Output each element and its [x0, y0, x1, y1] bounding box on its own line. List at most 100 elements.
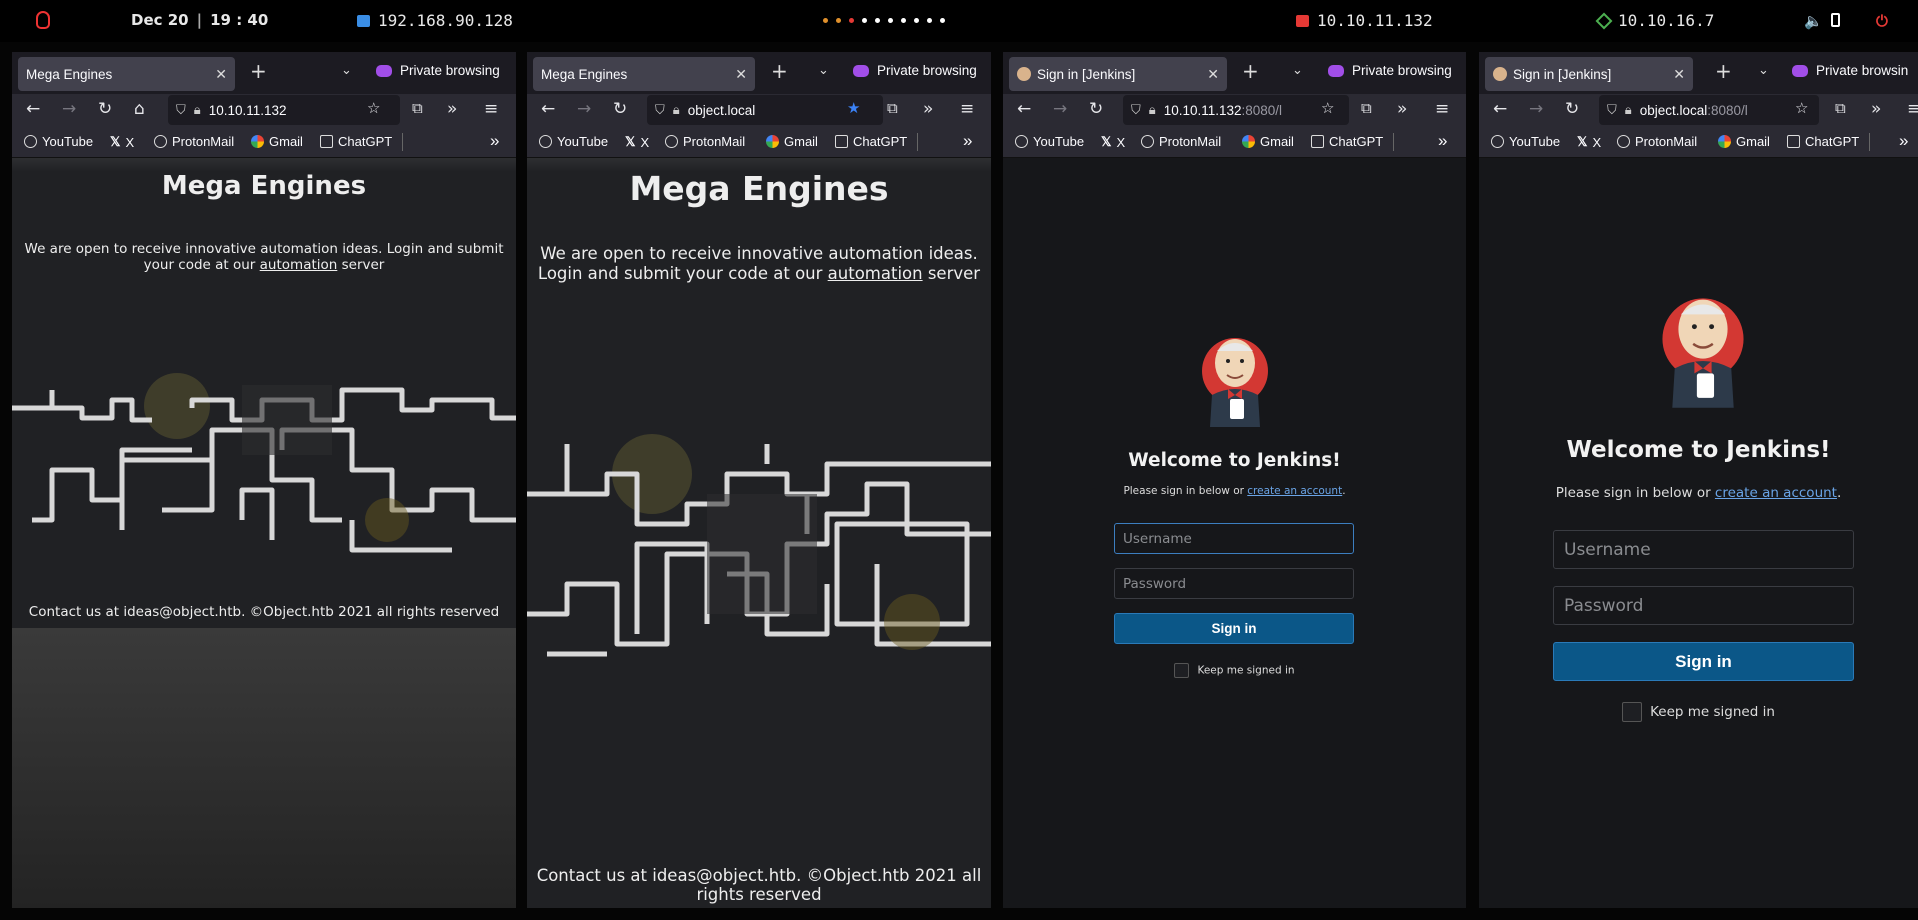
- overflow-menu-icon[interactable]: »: [447, 99, 457, 119]
- bookmark-protonmail[interactable]: ProtonMail: [154, 134, 234, 149]
- bookmark-chatgpt[interactable]: ChatGPT: [320, 134, 392, 149]
- bookmark-x[interactable]: 𝕏X: [110, 134, 134, 150]
- workspace-dot[interactable]: [914, 18, 919, 23]
- back-button[interactable]: ←: [26, 99, 40, 119]
- password-input[interactable]: [1114, 568, 1354, 599]
- bookmark-gmail[interactable]: Gmail: [766, 134, 818, 149]
- url-bar[interactable]: ⛉ 🔒︎ 10.10.11.132 :8080/l: [1123, 95, 1349, 125]
- new-tab-button[interactable]: +: [1242, 59, 1259, 83]
- workspace-dot[interactable]: [940, 18, 945, 23]
- url-bar[interactable]: ⛉ 🔒︎ object.local :8080/l: [1599, 95, 1819, 125]
- bookmark-gmail[interactable]: Gmail: [1242, 134, 1294, 149]
- signin-button[interactable]: Sign in: [1553, 642, 1854, 681]
- bookmark-youtube[interactable]: YouTube: [24, 134, 93, 149]
- bookmark-protonmail[interactable]: ProtonMail: [1617, 134, 1697, 149]
- bookmark-youtube[interactable]: YouTube: [539, 134, 608, 149]
- workspace-dot[interactable]: [862, 18, 867, 23]
- close-tab-icon[interactable]: ✕: [215, 66, 227, 83]
- tab-active[interactable]: Mega Engines ✕: [533, 57, 755, 91]
- workspace-dot[interactable]: [901, 18, 906, 23]
- more-bookmarks-icon[interactable]: »: [1899, 131, 1908, 151]
- forward-button[interactable]: →: [1053, 99, 1067, 119]
- list-tabs-chevron-icon[interactable]: ⌄: [341, 63, 352, 78]
- power-icon[interactable]: ⏻: [1876, 12, 1888, 30]
- clock[interactable]: Dec 20 | 19 : 40: [131, 11, 268, 29]
- signin-button[interactable]: Sign in: [1114, 613, 1354, 644]
- workspace-dot[interactable]: [823, 18, 828, 23]
- volume-icon[interactable]: 🔈: [1804, 12, 1823, 30]
- fingerprint-icon[interactable]: [36, 11, 50, 29]
- automation-link[interactable]: automation: [828, 264, 923, 283]
- back-button[interactable]: ←: [1493, 99, 1507, 119]
- username-input[interactable]: [1553, 530, 1854, 569]
- more-bookmarks-icon[interactable]: »: [1438, 131, 1447, 151]
- reload-button[interactable]: ↻: [98, 99, 112, 119]
- tab-active[interactable]: Sign in [Jenkins] ✕: [1485, 57, 1693, 91]
- extensions-icon[interactable]: ⧉: [1835, 99, 1846, 117]
- app-menu-icon[interactable]: ≡: [484, 99, 498, 119]
- reload-button[interactable]: ↻: [1089, 99, 1103, 119]
- overflow-menu-icon[interactable]: »: [1871, 99, 1881, 119]
- close-tab-icon[interactable]: ✕: [735, 66, 747, 83]
- back-button[interactable]: ←: [541, 99, 555, 119]
- vm-ip-indicator[interactable]: 192.168.90.128: [357, 11, 513, 30]
- overflow-menu-icon[interactable]: »: [923, 99, 933, 119]
- vpn-ip-indicator[interactable]: 10.10.16.7: [1595, 11, 1714, 30]
- bookmark-gmail[interactable]: Gmail: [1718, 134, 1770, 149]
- home-button[interactable]: ⌂: [134, 99, 145, 119]
- forward-button[interactable]: →: [62, 99, 76, 119]
- url-bar[interactable]: ⛉ 🔒︎ 10.10.11.132: [168, 95, 400, 125]
- bookmark-star-icon[interactable]: ☆: [367, 99, 380, 117]
- create-account-link[interactable]: create an account: [1715, 485, 1837, 501]
- bookmark-star-icon[interactable]: ☆: [1321, 99, 1334, 117]
- bookmark-chatgpt[interactable]: ChatGPT: [835, 134, 907, 149]
- overflow-menu-icon[interactable]: »: [1397, 99, 1407, 119]
- bookmark-x[interactable]: 𝕏X: [625, 134, 649, 150]
- bookmark-chatgpt[interactable]: ChatGPT: [1311, 134, 1383, 149]
- new-tab-button[interactable]: +: [1715, 59, 1732, 83]
- new-tab-button[interactable]: +: [250, 59, 267, 83]
- bookmark-youtube[interactable]: YouTube: [1491, 134, 1560, 149]
- keep-signed-in-checkbox[interactable]: [1622, 702, 1643, 722]
- app-menu-icon[interactable]: ≡: [1435, 99, 1449, 119]
- forward-button[interactable]: →: [577, 99, 591, 119]
- app-menu-icon[interactable]: ≡: [960, 99, 974, 119]
- workspace-dot[interactable]: [836, 18, 841, 23]
- automation-link[interactable]: automation: [260, 257, 338, 273]
- bookmark-x[interactable]: 𝕏X: [1577, 134, 1601, 150]
- back-button[interactable]: ←: [1017, 99, 1031, 119]
- bookmark-gmail[interactable]: Gmail: [251, 134, 303, 149]
- more-bookmarks-icon[interactable]: »: [490, 131, 499, 151]
- list-tabs-chevron-icon[interactable]: ⌄: [1758, 63, 1769, 78]
- extensions-icon[interactable]: ⧉: [412, 99, 423, 117]
- reload-button[interactable]: ↻: [613, 99, 627, 119]
- password-input[interactable]: [1553, 586, 1854, 625]
- list-tabs-chevron-icon[interactable]: ⌄: [1292, 63, 1303, 78]
- bookmark-chatgpt[interactable]: ChatGPT: [1787, 134, 1859, 149]
- app-menu-icon[interactable]: ≡: [1907, 99, 1918, 119]
- tab-active[interactable]: Mega Engines ✕: [18, 57, 235, 91]
- extensions-icon[interactable]: ⧉: [1361, 99, 1372, 117]
- close-tab-icon[interactable]: ✕: [1673, 66, 1685, 83]
- battery-icon[interactable]: [1831, 13, 1840, 27]
- bookmark-star-filled-icon[interactable]: ★: [847, 99, 860, 117]
- tab-active[interactable]: Sign in [Jenkins] ✕: [1009, 57, 1227, 91]
- forward-button[interactable]: →: [1529, 99, 1543, 119]
- more-bookmarks-icon[interactable]: »: [963, 131, 972, 151]
- workspace-dot[interactable]: [875, 18, 880, 23]
- list-tabs-chevron-icon[interactable]: ⌄: [818, 63, 829, 78]
- create-account-link[interactable]: create an account: [1247, 485, 1342, 497]
- new-tab-button[interactable]: +: [771, 59, 788, 83]
- keep-signed-in-checkbox[interactable]: [1174, 663, 1190, 678]
- bookmark-youtube[interactable]: YouTube: [1015, 134, 1084, 149]
- close-tab-icon[interactable]: ✕: [1207, 66, 1219, 83]
- bookmark-protonmail[interactable]: ProtonMail: [1141, 134, 1221, 149]
- workspace-dot[interactable]: [888, 18, 893, 23]
- target-ip-indicator[interactable]: 10.10.11.132: [1296, 11, 1433, 30]
- workspace-switcher[interactable]: [823, 18, 945, 23]
- reload-button[interactable]: ↻: [1565, 99, 1579, 119]
- workspace-dot[interactable]: [927, 18, 932, 23]
- workspace-dot[interactable]: [849, 18, 854, 23]
- bookmark-star-icon[interactable]: ☆: [1795, 99, 1808, 117]
- username-input[interactable]: [1114, 523, 1354, 554]
